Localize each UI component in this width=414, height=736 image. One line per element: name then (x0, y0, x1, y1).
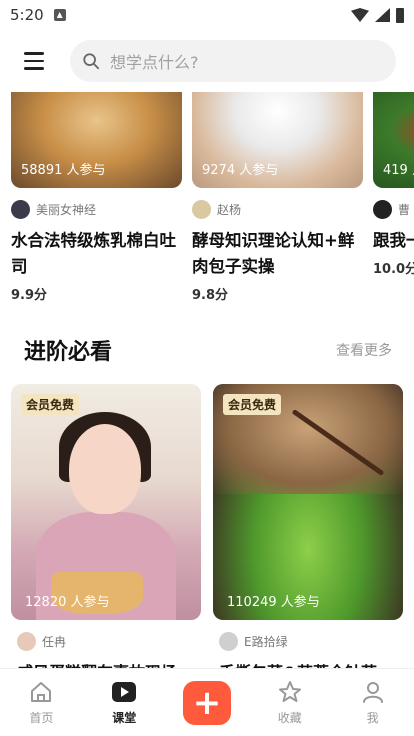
home-icon (31, 682, 52, 702)
avatar (192, 200, 211, 219)
author-name: 赵杨 (217, 203, 242, 217)
section-title: 进阶必看 (24, 340, 113, 365)
course-thumbnail[interactable]: 58891 人参与 (11, 92, 182, 188)
feature-thumbnail[interactable]: 会员免费 12820 人参与 (11, 384, 201, 620)
author-name: 美丽女神经 (36, 203, 97, 217)
star-icon (278, 681, 301, 702)
member-free-badge: 会员免费 (21, 394, 80, 415)
avatar (17, 632, 36, 651)
feature-title[interactable]: 戚风蛋糕翻车事故现场 (11, 659, 201, 668)
author-name: 曹 (398, 203, 411, 217)
nav-home[interactable]: 首页 (0, 669, 83, 736)
avatar (373, 200, 392, 219)
nav-home-label: 首页 (29, 711, 54, 725)
course-author[interactable]: 美丽女神经 (11, 200, 182, 219)
nav-create[interactable]: + (166, 669, 249, 736)
plus-icon: + (192, 682, 222, 723)
course-thumbnail[interactable]: 9274 人参与 (192, 92, 363, 188)
course-title[interactable]: 酵母知识理论认知+鲜肉包子实操 (192, 228, 363, 280)
content-area[interactable]: 58891 人参与 美丽女神经 水合法特级炼乳棉白吐司 9.9分 9274 人参… (0, 92, 414, 668)
course-author[interactable]: 赵杨 (192, 200, 363, 219)
course-thumbnail[interactable]: 419 人参与 (373, 92, 414, 188)
author-name: E路拾绿 (244, 635, 288, 649)
feature-thumbnail[interactable]: 会员免费 110249 人参与 (213, 384, 403, 620)
course-score: 10.0分 (373, 262, 414, 277)
battery-icon (396, 7, 404, 23)
nav-class[interactable]: 课堂 (83, 669, 166, 736)
nav-me[interactable]: 我 (331, 669, 414, 736)
course-carousel[interactable]: 58891 人参与 美丽女神经 水合法特级炼乳棉白吐司 9.9分 9274 人参… (11, 92, 414, 303)
wifi-icon (351, 8, 369, 22)
author-name: 任冉 (42, 635, 67, 649)
member-free-badge: 会员免费 (223, 394, 282, 415)
feature-author[interactable]: 任冉 (11, 632, 201, 651)
course-card[interactable]: 58891 人参与 美丽女神经 水合法特级炼乳棉白吐司 9.9分 (11, 92, 182, 303)
course-card[interactable]: 9274 人参与 赵杨 酵母知识理论认知+鲜肉包子实操 9.8分 (192, 92, 363, 303)
course-title[interactable]: 水合法特级炼乳棉白吐司 (11, 228, 182, 280)
play-icon (112, 682, 137, 702)
search-bar[interactable]: 想学点什么? (70, 40, 396, 82)
course-score: 9.8分 (192, 288, 229, 303)
participant-count: 419 人参与 (383, 163, 414, 178)
search-input[interactable]: 想学点什么? (110, 49, 199, 73)
avatar (11, 200, 30, 219)
menu-icon[interactable] (14, 41, 54, 81)
nav-favorites-label: 收藏 (277, 711, 302, 725)
participant-count: 9274 人参与 (202, 163, 279, 178)
signal-icon (375, 8, 390, 22)
course-author[interactable]: 曹 (373, 200, 414, 219)
feature-card[interactable]: 会员免费 12820 人参与 任冉 戚风蛋糕翻车事故现场 (11, 384, 201, 668)
avatar (219, 632, 238, 651)
participant-count: 12820 人参与 (25, 595, 110, 610)
feature-title[interactable]: 手撕包菜&蒜蓉全针菇 (213, 659, 403, 668)
status-icons (351, 7, 404, 23)
status-bar: 5:20 (0, 0, 414, 30)
feature-card[interactable]: 会员免费 110249 人参与 E路拾绿 手撕包菜&蒜蓉全针菇 (213, 384, 403, 668)
bottom-nav: 首页 课堂 + 收藏 我 (0, 668, 414, 736)
header: 想学点什么? (0, 30, 414, 92)
nav-me-label: 我 (366, 711, 379, 725)
nav-class-label: 课堂 (112, 711, 137, 725)
course-card[interactable]: 419 人参与 曹 跟我一) 10.0分 (373, 92, 414, 277)
see-more-link[interactable]: 查看更多 (336, 340, 392, 360)
course-title[interactable]: 跟我一) (373, 228, 414, 254)
nav-favorites[interactable]: 收藏 (248, 669, 331, 736)
course-score: 9.9分 (11, 288, 48, 303)
user-icon (362, 682, 383, 703)
feature-author[interactable]: E路拾绿 (213, 632, 403, 651)
create-button[interactable]: + (182, 680, 231, 725)
participant-count: 110249 人参与 (227, 595, 320, 610)
search-icon (83, 53, 100, 70)
status-time: 5:20 (10, 6, 44, 24)
participant-count: 58891 人参与 (21, 163, 106, 178)
section-header: 进阶必看 查看更多 (0, 332, 414, 368)
app-notification-icon (53, 9, 66, 21)
